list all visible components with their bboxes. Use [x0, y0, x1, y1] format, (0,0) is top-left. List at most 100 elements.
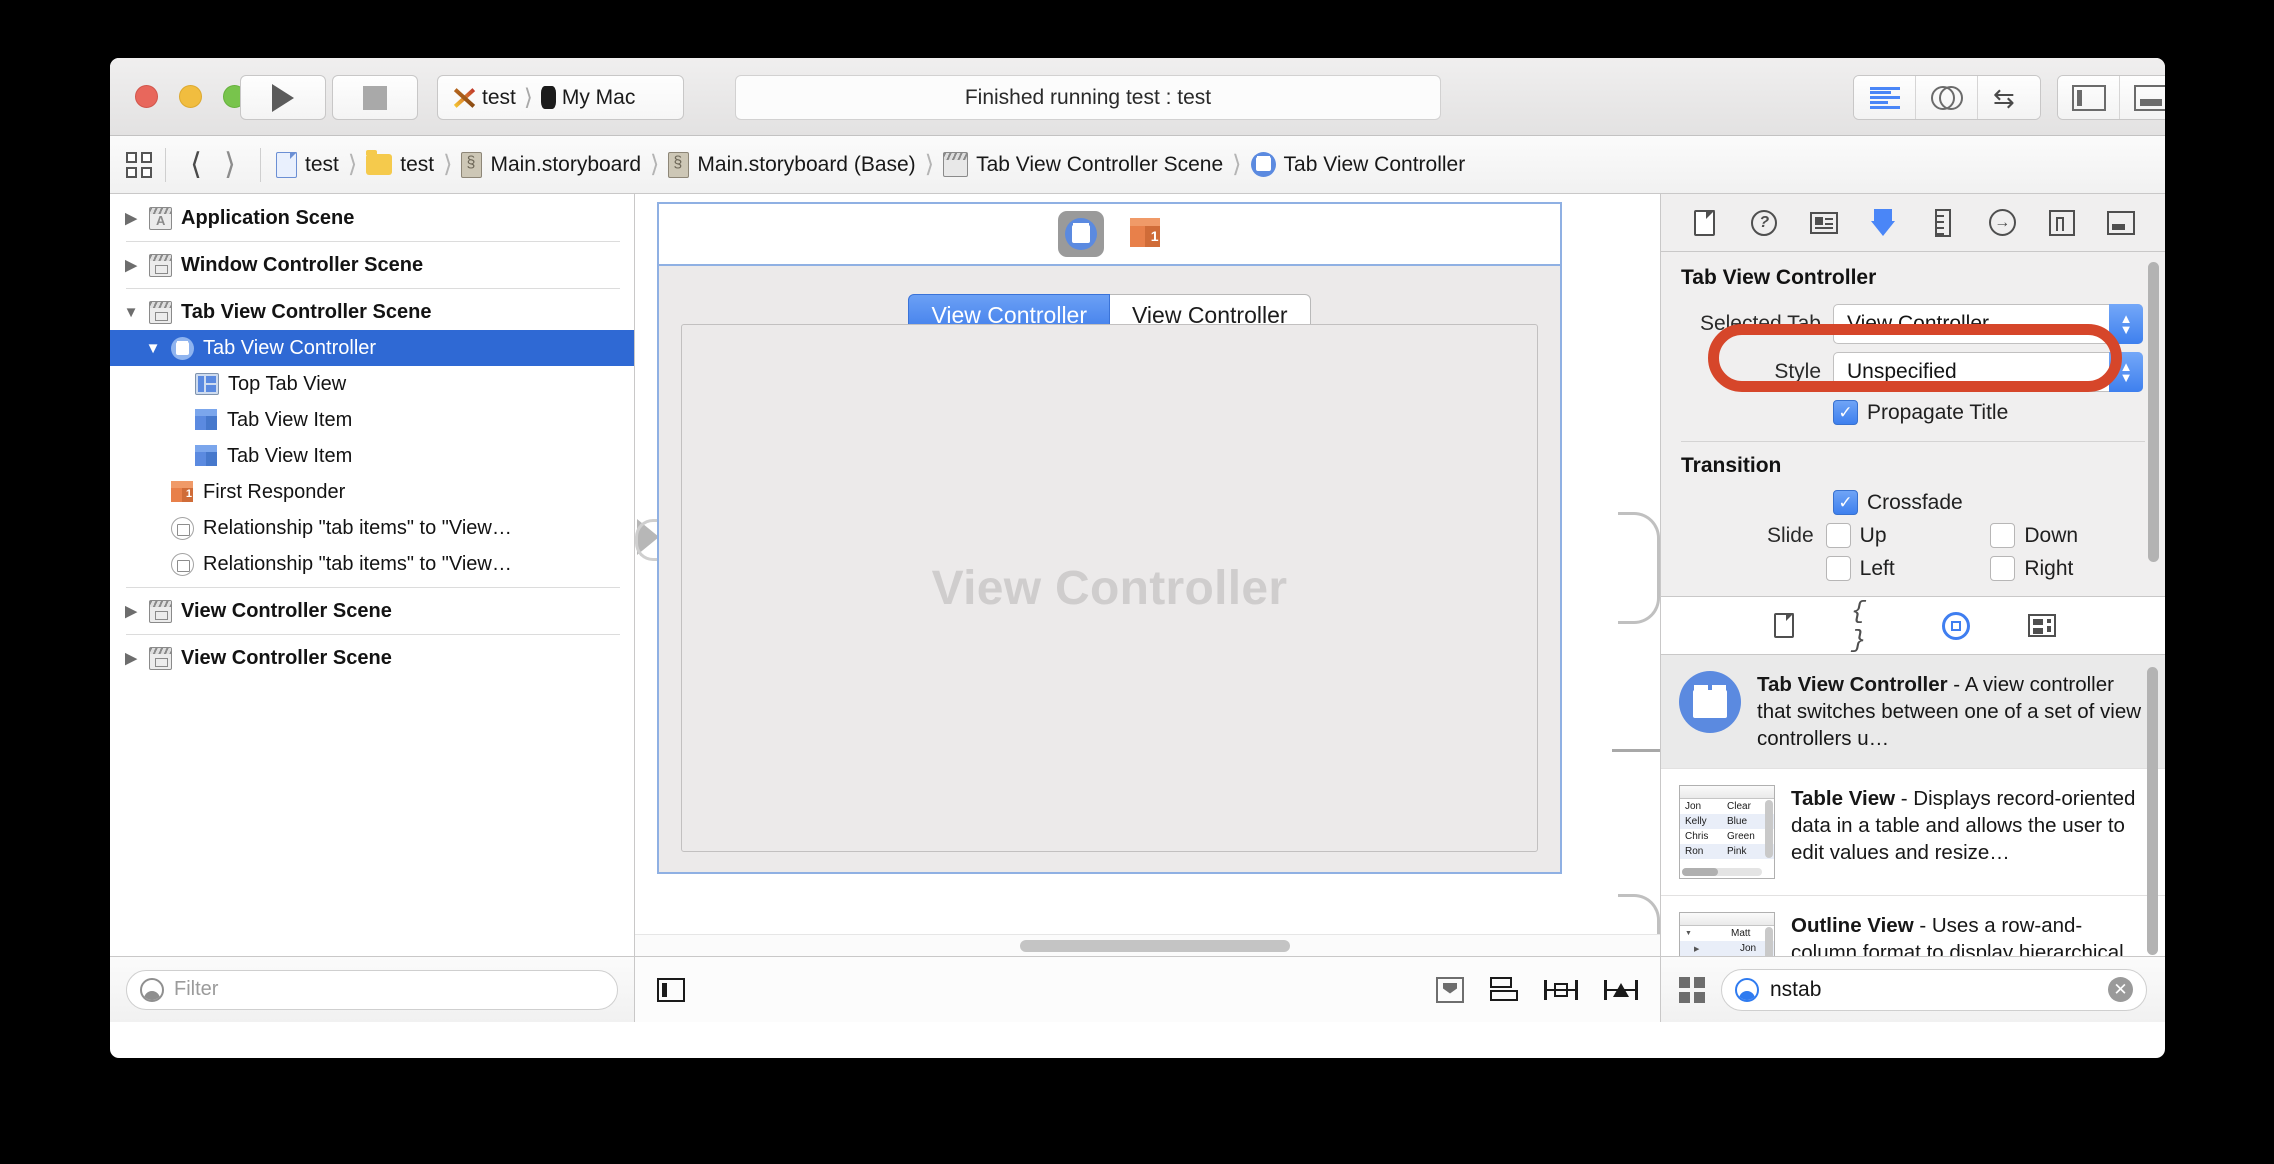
align-icon[interactable] [1490, 976, 1518, 1003]
file-template-library-tab[interactable] [1765, 609, 1803, 643]
xcode-project-icon [450, 87, 476, 109]
nav-row-view-controller-scene[interactable]: ▶ View Controller Scene [110, 593, 634, 629]
scene-dock [659, 204, 1560, 266]
bindings-inspector-tab[interactable] [2043, 206, 2081, 240]
storyboard-canvas[interactable]: View Controller View Controller View Con… [635, 194, 1660, 934]
breadcrumb-item-folder[interactable]: test [364, 150, 436, 177]
slide-up-checkbox[interactable] [1825, 523, 1851, 548]
disclosure-triangle-icon[interactable]: ▼ [144, 340, 162, 357]
identity-inspector-tab[interactable] [1805, 206, 1843, 240]
breadcrumb-separator-icon: ⟩ [650, 151, 660, 178]
breadcrumb-item-storyboard-base[interactable]: Main.storyboard (Base) [666, 151, 917, 178]
filter-field[interactable]: Filter [126, 969, 618, 1010]
object-library-list[interactable]: Tab View Controller - A view controller … [1661, 655, 2165, 956]
nav-row-tab-view-item[interactable]: Tab View Item [110, 402, 634, 438]
code-snippet-library-tab[interactable]: { } [1851, 597, 1889, 655]
go-back-button[interactable]: ⟨ [179, 147, 213, 182]
quick-help-tab[interactable]: ? [1745, 206, 1783, 240]
library-grid-toggle-icon[interactable] [1679, 976, 1705, 1003]
nav-row-label: Relationship "tab items" to "View… [203, 552, 512, 575]
nav-row-window-controller-scene[interactable]: ▶ Window Controller Scene [110, 247, 634, 283]
resolve-issues-icon[interactable] [1604, 978, 1638, 1002]
library-search-field[interactable]: nstab ✕ [1721, 968, 2147, 1011]
connections-inspector-tab[interactable]: → [1983, 206, 2021, 240]
breadcrumb-item-storyboard[interactable]: Main.storyboard [459, 151, 643, 178]
document-outline-toggle-button[interactable] [657, 977, 685, 1002]
breadcrumb-label: Tab View Controller Scene [976, 152, 1224, 176]
nav-row-first-responder[interactable]: First Responder [110, 474, 634, 510]
scheme-selector[interactable]: test ⟩ My Mac [437, 75, 684, 120]
tab-view-controller-scene-frame[interactable]: View Controller View Controller View Con… [657, 202, 1562, 874]
nav-row-relationship-tab-items-to-view[interactable]: Relationship "tab items" to "View… [110, 510, 634, 546]
editor-mode-segmented-control[interactable]: ⇆ [1853, 75, 2041, 120]
propagate-title-checkbox[interactable]: ✓ [1833, 400, 1858, 425]
slide-right-checkbox[interactable] [1990, 556, 2016, 581]
top-tab-view-icon [195, 373, 219, 395]
minimize-button[interactable] [179, 85, 202, 108]
list-item[interactable]: Jon Clear Kelly Blue Chris Green Ron Pink Ta… [1661, 769, 2165, 896]
crossfade-checkbox[interactable]: ✓ [1833, 490, 1858, 515]
scrollbar-thumb[interactable] [1020, 940, 1290, 952]
standard-editor-button[interactable] [1854, 76, 1916, 119]
file-inspector-tab[interactable] [1686, 206, 1724, 240]
breadcrumb-item-project[interactable]: test [274, 151, 341, 178]
nav-row-tab-view-controller[interactable]: ▼ Tab View Controller [110, 330, 634, 366]
debug-area-toggle-button[interactable] [2120, 76, 2165, 119]
list-item[interactable]: ▼Matt ▶Jon ▶Kelly ▶Chris Outline View - … [1661, 896, 2165, 956]
media-library-tab[interactable] [2023, 609, 2061, 643]
scene-dock-tab-view-controller-button[interactable] [1057, 211, 1104, 257]
style-popup[interactable]: Unspecified ▲ ▼ [1833, 352, 2143, 392]
document-outline-tree[interactable]: ▶ Application Scene ▶ Window Controller Sce… [110, 194, 634, 956]
nav-row-top-tab-view[interactable]: Top Tab View [110, 366, 634, 402]
status-bar[interactable]: Finished running test : test [735, 75, 1441, 120]
disclosure-triangle-icon[interactable]: ▼ [122, 304, 140, 321]
canvas-horizontal-scrollbar[interactable] [635, 934, 1660, 956]
clear-search-button[interactable]: ✕ [2108, 977, 2133, 1002]
panel-toggles-segmented-control[interactable] [2057, 75, 2165, 120]
run-button[interactable] [240, 75, 326, 120]
assistant-editor-button[interactable] [1916, 76, 1978, 119]
app-scene-icon [149, 206, 172, 230]
view-effects-tab[interactable] [2102, 206, 2140, 240]
embed-in-icon[interactable] [1436, 976, 1464, 1003]
breadcrumb-item-tab-view-controller[interactable]: Tab View Controller [1249, 152, 1468, 177]
status-text: Finished running test : test [964, 85, 1212, 109]
breadcrumb-item-scene[interactable]: Tab View Controller Scene [941, 152, 1225, 177]
slide-down-checkbox[interactable] [1990, 523, 2016, 548]
version-editor-button[interactable]: ⇆ [1978, 76, 2040, 119]
tab-content-area[interactable]: View Controller [681, 324, 1538, 852]
library-scrollbar[interactable] [2147, 667, 2158, 955]
mac-device-icon [540, 86, 556, 109]
nav-row-view-controller-scene[interactable]: ▶ View Controller Scene [110, 640, 634, 676]
inspector-scrollbar[interactable] [2148, 262, 2159, 562]
pin-icon[interactable] [1544, 978, 1578, 1002]
attributes-inspector-tab[interactable] [1864, 206, 1902, 240]
crossfade-label: Crossfade [1867, 490, 1963, 514]
stepper-icon[interactable]: ▲ ▼ [2109, 304, 2143, 344]
nav-row-label: View Controller Scene [181, 646, 392, 669]
breadcrumb-label: test [400, 152, 435, 176]
selected-tab-popup[interactable]: View Controller ▲ ▼ [1833, 304, 2143, 344]
stepper-icon[interactable]: ▲ ▼ [2109, 352, 2143, 392]
close-button[interactable] [135, 85, 158, 108]
related-items-icon[interactable] [126, 151, 152, 178]
nav-row-relationship-tab-items-to-view[interactable]: Relationship "tab items" to "View… [110, 546, 634, 582]
object-library-tab[interactable] [1937, 609, 1975, 643]
nav-row-label: Tab View Controller Scene [181, 300, 432, 323]
nav-row-tab-view-controller-scene[interactable]: ▼ Tab View Controller Scene [110, 294, 634, 330]
disclosure-triangle-icon[interactable]: ▶ [122, 602, 140, 620]
disclosure-triangle-icon[interactable]: ▶ [122, 256, 140, 274]
navigator-toggle-button[interactable] [2058, 76, 2120, 119]
slide-left-checkbox[interactable] [1825, 556, 1851, 581]
disclosure-triangle-icon[interactable]: ▶ [122, 209, 140, 227]
disclosure-triangle-icon[interactable]: ▶ [122, 649, 140, 667]
stop-button[interactable] [332, 75, 418, 120]
navigator-filter-bar: Filter [110, 956, 634, 1022]
nav-row-tab-view-item[interactable]: Tab View Item [110, 438, 634, 474]
first-responder-icon[interactable] [1129, 218, 1162, 250]
size-inspector-tab[interactable] [1924, 206, 1962, 240]
nav-row-application-scene[interactable]: ▶ Application Scene [110, 200, 634, 236]
style-value: Unspecified [1847, 360, 1957, 383]
list-item[interactable]: Tab View Controller - A view controller … [1661, 655, 2165, 769]
go-forward-button[interactable]: ⟩ [213, 147, 247, 182]
